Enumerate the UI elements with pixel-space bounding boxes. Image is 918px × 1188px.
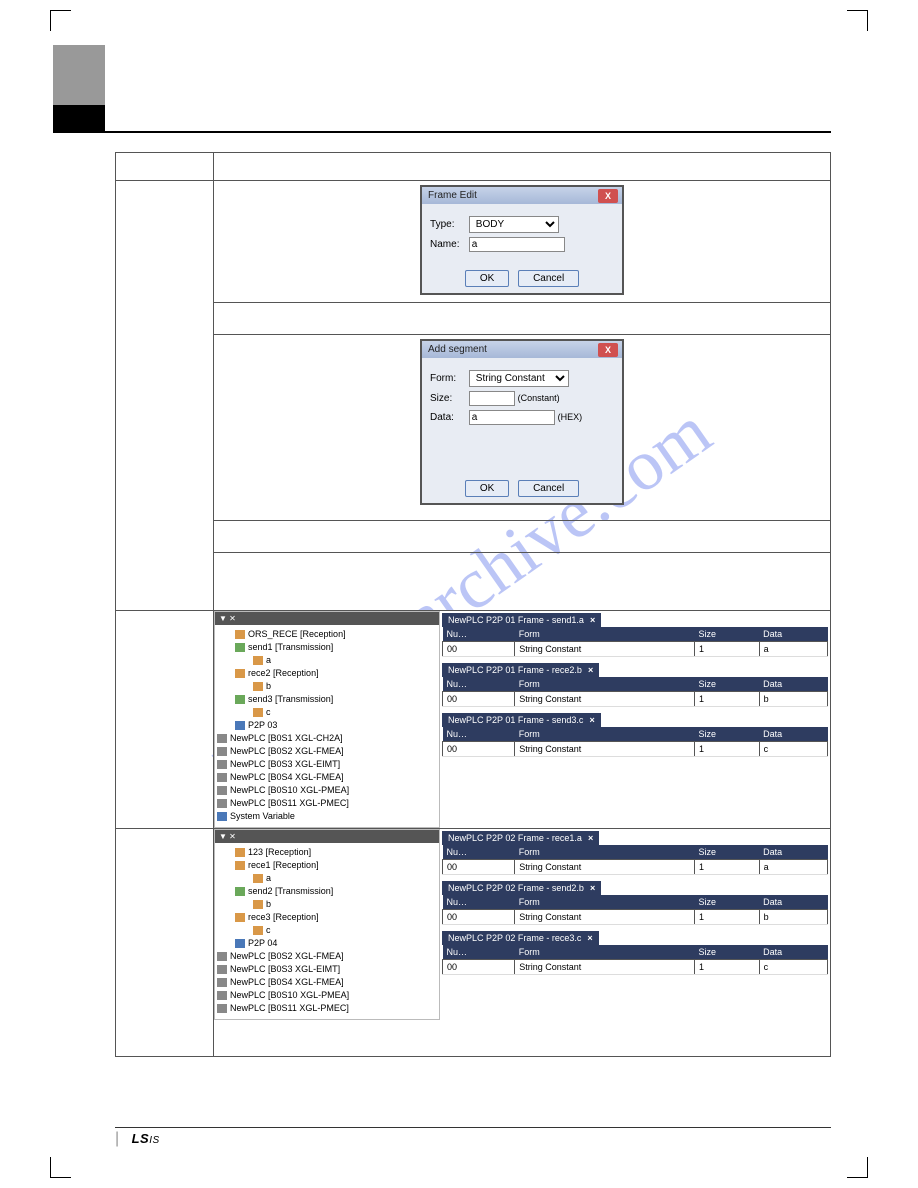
tree-item[interactable]: 123 [Reception]: [248, 847, 311, 857]
dialog-title: Frame Edit X: [422, 187, 622, 204]
tables-pane: NewPLC P2P 02 Frame - rece1.a× Nu…FormSi…: [440, 829, 830, 1020]
table-row: 00String Constant1b: [443, 910, 828, 925]
table-row: 00String Constant1c: [443, 960, 828, 975]
close-icon[interactable]: X: [598, 189, 618, 203]
table-tab[interactable]: NewPLC P2P 02 Frame - rece3.c×: [442, 931, 599, 945]
add-segment-dialog: Add segment X Form: String Constant Size…: [420, 339, 624, 505]
name-label: Name:: [430, 239, 466, 250]
brand-logo: LSIS: [132, 1131, 160, 1146]
dialog-title-text: Add segment: [428, 344, 487, 355]
cancel-button[interactable]: Cancel: [518, 480, 579, 497]
ok-button[interactable]: OK: [465, 270, 509, 287]
tree-item[interactable]: NewPLC [B0S11 XGL-PMEC]: [230, 1003, 349, 1013]
tree-item[interactable]: rece1 [Reception]: [248, 860, 319, 870]
content-table: Frame Edit X Type: BODY Name:: [115, 152, 831, 1057]
tree-item[interactable]: ORS_RECE [Reception]: [248, 629, 346, 639]
close-icon[interactable]: ×: [590, 883, 595, 893]
tree-item[interactable]: send3 [Transmission]: [248, 694, 333, 704]
frame-table: NewPLC P2P 02 Frame - rece3.c× Nu…FormSi…: [442, 931, 828, 975]
size-input[interactable]: [469, 391, 515, 406]
footer: | LSIS: [115, 1127, 831, 1148]
tree-item[interactable]: P2P 03: [248, 720, 277, 730]
table-tab[interactable]: NewPLC P2P 02 Frame - send2.b×: [442, 881, 601, 895]
tree-item[interactable]: c: [266, 707, 271, 717]
header-divider: [53, 131, 831, 133]
type-select[interactable]: BODY: [469, 216, 559, 233]
tree-item[interactable]: rece3 [Reception]: [248, 912, 319, 922]
crop-mark-br: [847, 1157, 868, 1178]
table-row: 00String Constant1a: [443, 642, 828, 657]
tables-pane: NewPLC P2P 01 Frame - send1.a× Nu…FormSi…: [440, 611, 830, 828]
margin-black-block: [53, 105, 105, 133]
close-icon[interactable]: X: [598, 343, 618, 357]
crop-mark-tr: [847, 10, 868, 31]
tree-item[interactable]: NewPLC [B0S2 XGL-FMEA]: [230, 951, 344, 961]
margin-grey-block: [53, 45, 105, 105]
tree-item[interactable]: rece2 [Reception]: [248, 668, 319, 678]
tree-item[interactable]: NewPLC [B0S3 XGL-EIMT]: [230, 964, 340, 974]
crop-mark-tl: [50, 10, 71, 31]
data-label: Data:: [430, 412, 466, 423]
tree-item[interactable]: NewPLC [B0S4 XGL-FMEA]: [230, 772, 344, 782]
panel-p2p02: ▼ ✕ 123 [Reception] rece1 [Reception] a …: [214, 829, 830, 1020]
tree-item[interactable]: b: [266, 899, 271, 909]
name-input[interactable]: [469, 237, 565, 252]
close-icon[interactable]: ×: [588, 665, 593, 675]
tree-item[interactable]: a: [266, 655, 271, 665]
tree-item[interactable]: NewPLC [B0S4 XGL-FMEA]: [230, 977, 344, 987]
frame-edit-dialog: Frame Edit X Type: BODY Name:: [420, 185, 624, 295]
cancel-button[interactable]: Cancel: [518, 270, 579, 287]
table-tab[interactable]: NewPLC P2P 01 Frame - send3.c×: [442, 713, 601, 727]
tree-item[interactable]: P2P 04: [248, 938, 277, 948]
close-icon[interactable]: ×: [590, 615, 595, 625]
data-input[interactable]: [469, 410, 555, 425]
dialog-title: Add segment X: [422, 341, 622, 358]
tree-item[interactable]: c: [266, 925, 271, 935]
size-label: Size:: [430, 393, 466, 404]
frame-table: NewPLC P2P 01 Frame - send3.c× Nu…FormSi…: [442, 713, 828, 757]
ok-button[interactable]: OK: [465, 480, 509, 497]
dialog-title-text: Frame Edit: [428, 190, 477, 201]
tree-item[interactable]: send2 [Transmission]: [248, 886, 333, 896]
tree-item[interactable]: NewPLC [B0S11 XGL-PMEC]: [230, 798, 349, 808]
table-tab[interactable]: NewPLC P2P 01 Frame - send1.a×: [442, 613, 601, 627]
size-hint: (Constant): [518, 393, 560, 403]
table-row: 00String Constant1b: [443, 692, 828, 707]
close-icon[interactable]: ×: [589, 715, 594, 725]
table-row: 00String Constant1c: [443, 742, 828, 757]
close-icon[interactable]: ×: [588, 833, 593, 843]
close-icon[interactable]: ×: [587, 933, 592, 943]
frame-table: NewPLC P2P 02 Frame - send2.b× Nu…FormSi…: [442, 881, 828, 925]
table-tab[interactable]: NewPLC P2P 02 Frame - rece1.a×: [442, 831, 599, 845]
frame-table: NewPLC P2P 01 Frame - rece2.b× Nu…FormSi…: [442, 663, 828, 707]
tree-item[interactable]: NewPLC [B0S10 XGL-PMEA]: [230, 785, 349, 795]
tree-pane: ▼ ✕ ORS_RECE [Reception] send1 [Transmis…: [214, 611, 440, 828]
tree-item[interactable]: NewPLC [B0S1 XGL-CH2A]: [230, 733, 343, 743]
data-hint: (HEX): [558, 412, 583, 422]
table-tab[interactable]: NewPLC P2P 01 Frame - rece2.b×: [442, 663, 599, 677]
form-select[interactable]: String Constant: [469, 370, 569, 387]
tree-item[interactable]: send1 [Transmission]: [248, 642, 333, 652]
tree-item[interactable]: b: [266, 681, 271, 691]
frame-table: NewPLC P2P 01 Frame - send1.a× Nu…FormSi…: [442, 613, 828, 657]
tree-pane: ▼ ✕ 123 [Reception] rece1 [Reception] a …: [214, 829, 440, 1020]
form-label: Form:: [430, 373, 466, 384]
crop-mark-bl: [50, 1157, 71, 1178]
tree-item[interactable]: NewPLC [B0S2 XGL-FMEA]: [230, 746, 344, 756]
type-label: Type:: [430, 219, 466, 230]
tree-item[interactable]: NewPLC [B0S3 XGL-EIMT]: [230, 759, 340, 769]
tree-item[interactable]: a: [266, 873, 271, 883]
panel-p2p01: ▼ ✕ ORS_RECE [Reception] send1 [Transmis…: [214, 611, 830, 828]
tree-item[interactable]: NewPLC [B0S10 XGL-PMEA]: [230, 990, 349, 1000]
frame-table: NewPLC P2P 02 Frame - rece1.a× Nu…FormSi…: [442, 831, 828, 875]
table-row: 00String Constant1a: [443, 860, 828, 875]
tree-item[interactable]: System Variable: [230, 811, 295, 821]
